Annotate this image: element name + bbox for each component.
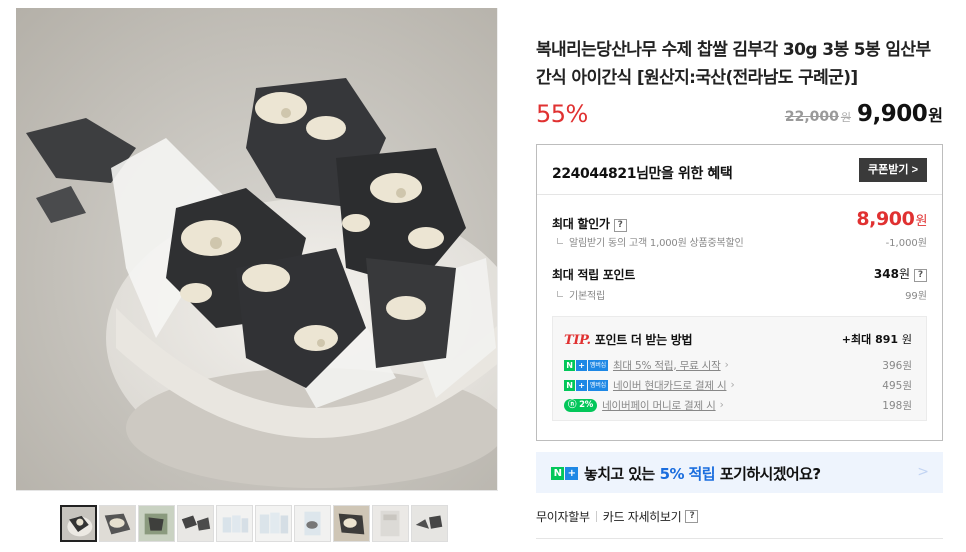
tip-row-pay[interactable]: ⓝ 2% 네이버페이 머니로 결제 시 › (564, 397, 724, 413)
original-price-unit: 원 (840, 111, 851, 124)
tip-row-pay-amount: 198원 (882, 400, 912, 412)
tip-row-card-link[interactable]: 네이버 현대카드로 결제 시 (613, 378, 727, 393)
membership-banner[interactable]: N + 놓치고 있는 5% 적립 포기하시겠어요? > (536, 452, 943, 493)
badge-n: N (564, 359, 575, 371)
max-discount-label: 최대 할인가? (552, 215, 627, 232)
installment-help[interactable]: ? (685, 510, 699, 523)
sale-price: 9,900 (857, 101, 928, 127)
tip-row-membership-amount: 396원 (882, 360, 912, 372)
benefit-box: 224044821님만을 위한 혜택 쿠폰받기 > 최대 할인가? 알림받기 동… (536, 144, 943, 441)
thumbnail-5[interactable] (216, 505, 253, 542)
tip-title-text: 포인트 더 받는 방법 (594, 333, 693, 347)
image-divider (16, 490, 498, 491)
chevron-right-icon: > (917, 464, 929, 480)
naver-membership-badge: N + 멤버십 (564, 359, 608, 371)
card-details-link[interactable]: 카드 자세히보기 (603, 508, 682, 525)
max-discount-sub-text: 알림받기 동의 고객 1,000원 상품중복할인 (569, 238, 744, 249)
tip-max-unit: 원 (901, 333, 912, 346)
badge-plus: + (565, 467, 578, 480)
badge-n: N (551, 467, 564, 480)
benefit-divider (537, 194, 942, 195)
max-point-value: 348원? (874, 265, 927, 282)
tip-word: TIP. (564, 333, 591, 348)
coupon-button[interactable]: 쿠폰받기 > (859, 158, 927, 182)
basic-point-row: 기본적립 (557, 287, 605, 302)
badge-membership: 멤버십 (588, 359, 608, 371)
thumbnail-strip (60, 505, 448, 542)
max-discount-price-value: 8,900 (856, 208, 915, 230)
banner-text-after: 포기하시겠어요? (719, 465, 821, 483)
bottom-divider (536, 538, 943, 539)
product-main-image[interactable] (16, 8, 498, 490)
discount-rate: 55% (536, 100, 588, 128)
tip-max-value: 891 (875, 333, 899, 346)
installment-label: 무이자할부 (536, 510, 590, 524)
naver-membership-badge: N + 멤버십 (564, 379, 608, 391)
tip-title: TIP. 포인트 더 받는 방법 (564, 331, 693, 348)
chevron-right-icon: › (724, 359, 729, 371)
max-discount-price-unit: 원 (915, 214, 927, 229)
max-discount-sub-amount: -1,000원 (885, 238, 927, 249)
banner-text-before: 놓치고 있는 (584, 465, 655, 483)
max-point-help[interactable]: ? (914, 269, 927, 282)
tip-row-membership[interactable]: N + 멤버십 최대 5% 적립, 무료 시작 › (564, 357, 729, 373)
chevron-right-icon: › (730, 379, 735, 391)
basic-point-value: 99원 (905, 291, 927, 302)
price-group: 22,000 원 9,900 원 (785, 101, 943, 127)
badge-membership: 멤버십 (588, 379, 608, 391)
max-discount-label-text: 최대 할인가 (552, 217, 610, 231)
max-point-label: 최대 적립 포인트 (552, 268, 635, 282)
banner-highlight: 5% 적립 (659, 465, 716, 483)
max-discount-price: 8,900원 (856, 208, 927, 230)
tip-row-card[interactable]: N + 멤버십 네이버 현대카드로 결제 시 › (564, 377, 735, 393)
installment-row: 무이자할부 카드 자세히보기 ? (536, 508, 699, 525)
corner-icon (557, 238, 563, 244)
max-point-unit: 원 (898, 267, 910, 281)
tip-max: +최대 891 원 (842, 331, 912, 347)
thumbnail-4[interactable] (177, 505, 214, 542)
original-price: 22,000 (784, 109, 839, 125)
max-discount-help[interactable]: ? (613, 219, 627, 232)
thumbnail-6[interactable] (255, 505, 292, 542)
benefit-header: 224044821님만을 위한 혜택 (552, 166, 733, 182)
tip-row-pay-link[interactable]: 네이버페이 머니로 결제 시 (602, 398, 716, 413)
basic-point-label: 기본적립 (569, 291, 605, 302)
badge-plus: + (576, 379, 587, 391)
divider (595, 511, 597, 522)
tip-max-prefix: +최대 (841, 333, 872, 346)
membership-banner-text: N + 놓치고 있는 5% 적립 포기하시겠어요? (551, 463, 821, 484)
thumbnail-7[interactable] (294, 505, 331, 542)
tip-row-membership-link[interactable]: 최대 5% 적립, 무료 시작 (613, 358, 721, 373)
thumbnail-9[interactable] (372, 505, 409, 542)
chevron-right-icon: › (719, 399, 724, 411)
max-point-number: 348 (873, 267, 899, 281)
pay-badge-text: 2% (579, 399, 594, 410)
corner-icon (557, 291, 563, 297)
tip-box: TIP. 포인트 더 받는 방법 +최대 891 원 N + 멤버십 최대 5% 적립… (552, 316, 927, 421)
product-title: 복내리는당산나무 수제 찹쌀 김부각 30g 3봉 5봉 임산부 간식 아이간식… (536, 40, 931, 88)
thumbnail-3[interactable] (138, 505, 175, 542)
thumbnail-8[interactable] (333, 505, 370, 542)
badge-n: N (564, 379, 575, 391)
thumbnail-1[interactable] (60, 505, 97, 542)
tip-row-card-amount: 495원 (882, 380, 912, 392)
thumbnail-10[interactable] (411, 505, 448, 542)
max-discount-sub: 알림받기 동의 고객 1,000원 상품중복할인 (557, 234, 744, 249)
badge-plus: + (576, 359, 587, 371)
sale-price-unit: 원 (928, 106, 943, 125)
naver-plus-icon: N + (551, 467, 578, 480)
thumbnail-2[interactable] (99, 505, 136, 542)
product-page: 복내리는당산나무 수제 찹쌀 김부각 30g 3봉 5봉 임산부 간식 아이간식… (0, 0, 966, 552)
naver-pay-badge: ⓝ 2% (564, 398, 598, 412)
